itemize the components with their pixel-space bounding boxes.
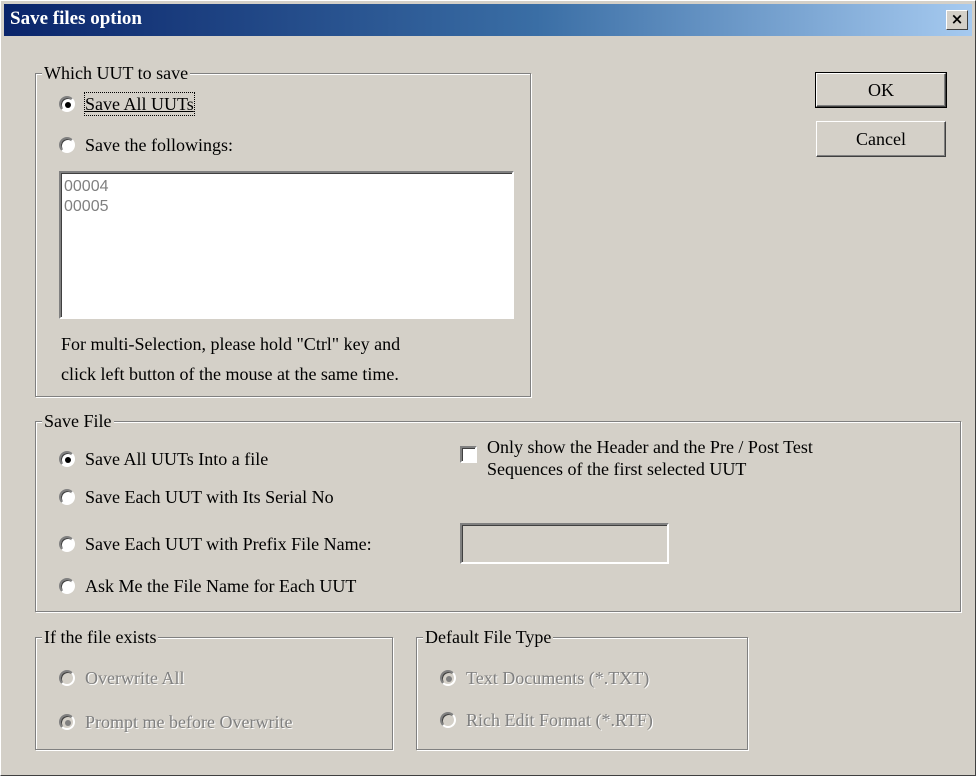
text-documents-label: Text Documents (*.TXT): [466, 668, 650, 688]
save-file-legend: Save File: [42, 410, 114, 432]
prompt-overwrite-label: Prompt me before Overwrite: [85, 712, 293, 732]
only-header-option[interactable]: Only show the Header and the Pre / Post …: [460, 436, 813, 480]
save-files-dialog: Save files option × Which UUT to save Sa…: [0, 0, 976, 776]
ask-filename-label: Ask Me the File Name for Each UUT: [85, 576, 357, 596]
file-type-group: Default File Type: [416, 626, 748, 750]
overwrite-all-radio[interactable]: [59, 670, 75, 686]
prefix-filename-input[interactable]: [460, 523, 669, 564]
save-with-prefix-label: Save Each UUT with Prefix File Name:: [85, 534, 372, 554]
uut-listbox[interactable]: 00004 00005: [59, 171, 514, 319]
save-followings-label: Save the followings:: [85, 135, 233, 155]
cancel-button[interactable]: Cancel: [816, 121, 946, 157]
rich-edit-label: Rich Edit Format (*.RTF): [466, 710, 653, 730]
list-item[interactable]: 00004: [64, 177, 509, 197]
text-documents-option[interactable]: Text Documents (*.TXT): [440, 667, 649, 689]
multi-select-hint-line1: For multi-Selection, please hold "Ctrl" …: [61, 334, 401, 354]
save-with-prefix-radio[interactable]: [59, 536, 75, 552]
save-by-serial-label: Save Each UUT with Its Serial No: [85, 487, 334, 507]
save-all-uuts-option[interactable]: Save All UUTs: [59, 92, 195, 116]
save-by-serial-radio[interactable]: [59, 489, 75, 505]
save-with-prefix-option[interactable]: Save Each UUT with Prefix File Name:: [59, 533, 372, 555]
list-item[interactable]: 00005: [64, 197, 509, 217]
file-type-legend: Default File Type: [423, 626, 554, 648]
dialog-title: Save files option: [10, 8, 142, 29]
title-bar[interactable]: Save files option ×: [4, 4, 972, 36]
save-all-uuts-label: Save All UUTs: [84, 92, 195, 116]
file-exists-legend: If the file exists: [42, 626, 159, 648]
which-uut-legend: Which UUT to save: [42, 62, 191, 84]
save-followings-option[interactable]: Save the followings:: [59, 134, 233, 156]
ask-filename-radio[interactable]: [59, 578, 75, 594]
ask-filename-option[interactable]: Ask Me the File Name for Each UUT: [59, 575, 356, 597]
prompt-overwrite-radio[interactable]: [59, 714, 75, 730]
rich-edit-radio[interactable]: [440, 712, 456, 728]
save-into-one-file-option[interactable]: Save All UUTs Into a file: [59, 448, 268, 470]
only-header-checkbox[interactable]: [460, 446, 477, 463]
only-header-label: Only show the Header and the Pre / Post …: [487, 436, 813, 480]
text-documents-radio[interactable]: [440, 670, 456, 686]
only-header-label-line1: Only show the Header and the Pre / Post …: [487, 437, 813, 457]
file-exists-group: If the file exists: [35, 626, 393, 750]
rich-edit-option[interactable]: Rich Edit Format (*.RTF): [440, 709, 653, 731]
only-header-label-line2: Sequences of the first selected UUT: [487, 459, 747, 479]
save-by-serial-option[interactable]: Save Each UUT with Its Serial No: [59, 486, 334, 508]
ok-button[interactable]: OK: [815, 72, 947, 108]
close-icon[interactable]: ×: [946, 10, 968, 30]
prompt-overwrite-option[interactable]: Prompt me before Overwrite: [59, 711, 292, 733]
save-followings-radio[interactable]: [59, 137, 75, 153]
overwrite-all-option[interactable]: Overwrite All: [59, 667, 184, 689]
save-all-uuts-radio[interactable]: [59, 96, 75, 112]
save-into-one-file-label: Save All UUTs Into a file: [85, 449, 269, 469]
overwrite-all-label: Overwrite All: [85, 668, 185, 688]
multi-select-hint-line2: click left button of the mouse at the sa…: [61, 364, 399, 384]
save-into-one-file-radio[interactable]: [59, 451, 75, 467]
